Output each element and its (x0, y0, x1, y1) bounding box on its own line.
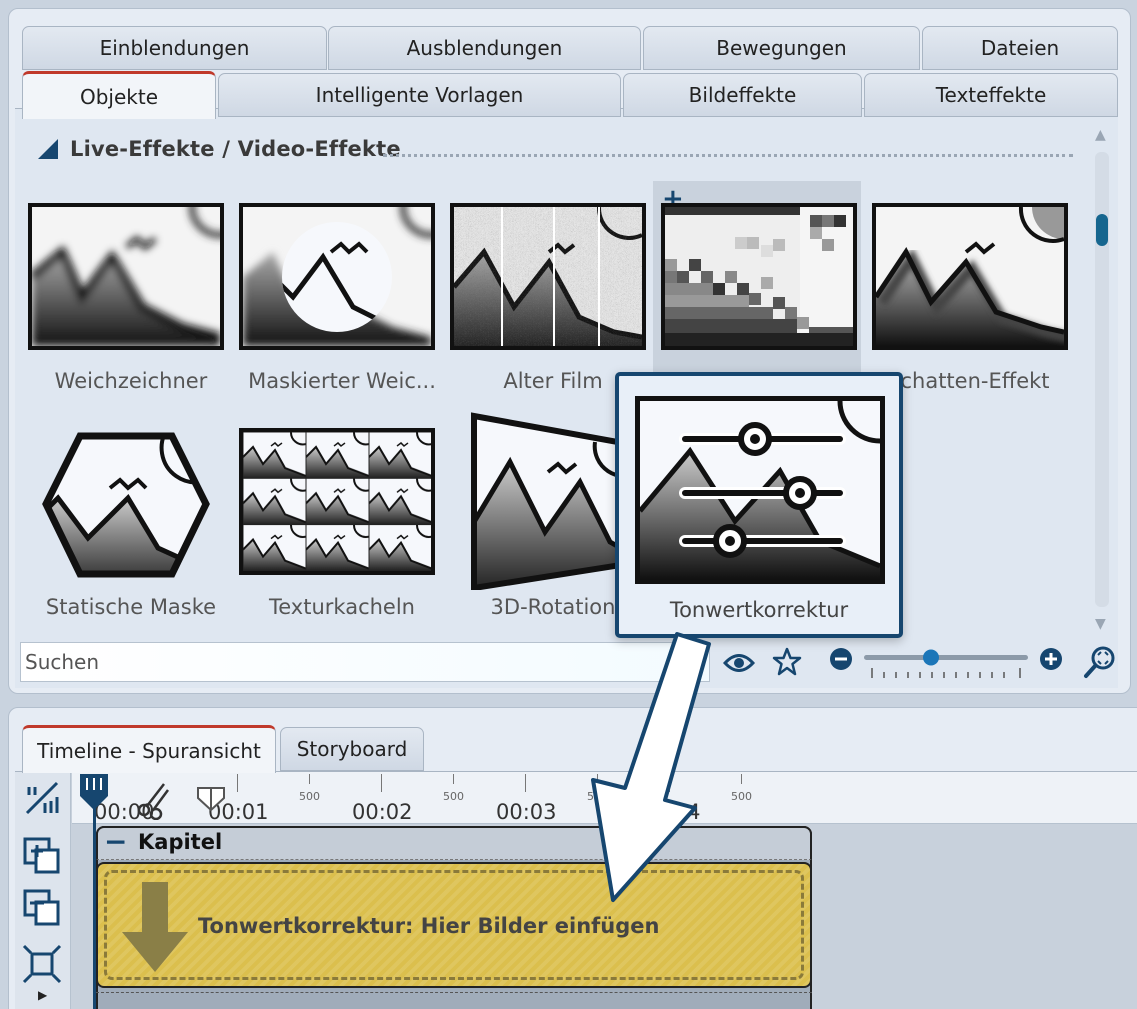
ruler-tick (741, 774, 742, 784)
marker-icon[interactable] (196, 786, 226, 816)
drag-arrow-icon (591, 632, 711, 902)
tab-storyboard[interactable]: Storyboard (280, 727, 424, 771)
effect-label: Maskierter Weic... (248, 369, 436, 393)
tone-correction-icon (635, 396, 885, 584)
expand-arrow-icon[interactable]: ▶ (38, 988, 47, 1002)
scroll-down-icon[interactable]: ▼ (1095, 616, 1106, 632)
tab-intelligente-vorlagen[interactable]: Intelligente Vorlagen (218, 73, 621, 117)
effect-label: Texturkacheln (269, 595, 415, 619)
ruler-tick (453, 774, 454, 784)
ruler-sub-label: 500 (299, 790, 320, 803)
collapse-chapter-icon[interactable]: − (104, 828, 127, 856)
drop-arrow-icon (120, 882, 190, 978)
old-film-icon (450, 203, 646, 350)
ruler-tick (309, 774, 310, 784)
tab-timeline-spuransicht[interactable]: Timeline - Spuransicht (22, 725, 276, 773)
scrollbar-thumb[interactable] (1096, 214, 1108, 246)
scissors-icon[interactable] (134, 780, 174, 824)
tab-bildeffekte[interactable]: Bildeffekte (623, 73, 862, 117)
scroll-up-icon[interactable]: ▲ (1095, 127, 1106, 143)
zoom-in-icon[interactable] (1038, 646, 1064, 672)
zoom-out-icon[interactable] (828, 646, 854, 672)
pixelate-icon (661, 203, 857, 350)
ruler-tick (237, 774, 238, 792)
chapter-title: Kapitel (138, 830, 223, 854)
ruler-tick (525, 774, 526, 792)
tab-einblendungen[interactable]: Einblendungen (22, 26, 327, 70)
masked-blur-icon (239, 203, 435, 350)
ruler-tick (381, 774, 382, 792)
effect-label: Weichzeichner (54, 369, 208, 393)
collapse-triangle-icon (38, 139, 58, 159)
tab-bewegungen[interactable]: Bewegungen (643, 26, 920, 70)
playhead-handle-icon[interactable] (78, 772, 110, 816)
remove-track-icon[interactable] (20, 886, 64, 930)
ruler-label: 00:03 (496, 800, 557, 824)
add-track-icon[interactable] (20, 834, 64, 878)
star-icon[interactable] (770, 645, 804, 679)
drop-zone-text: Tonwertkorrektur: Hier Bilder einfügen (198, 914, 660, 938)
dragged-effect-popup[interactable]: Tonwertkorrektur (615, 372, 903, 638)
zoom-slider[interactable] (864, 644, 1030, 684)
section-title: Live-Effekte / Video-Effekte (70, 137, 401, 161)
ruler-sub-label: 500 (443, 790, 464, 803)
track-divider (96, 992, 812, 993)
popup-label: Tonwertkorrektur (669, 598, 849, 622)
tab-texteffekte[interactable]: Texteffekte (864, 73, 1118, 117)
playhead-line[interactable] (93, 800, 96, 1009)
fit-timeline-icon[interactable] (20, 942, 64, 986)
ruler-sub-label: 500 (731, 790, 752, 803)
section-header[interactable]: Live-Effekte / Video-Effekte (38, 137, 401, 161)
blur-effect-icon (28, 203, 224, 350)
tab-dateien[interactable]: Dateien (922, 26, 1118, 70)
section-divider (383, 154, 1073, 157)
static-mask-icon (42, 432, 210, 578)
snap-grid-icon[interactable] (20, 776, 64, 820)
texture-tiles-icon (239, 428, 435, 575)
zoom-fit-icon[interactable] (1082, 644, 1118, 680)
effect-label: Statische Maske (45, 595, 217, 619)
eye-icon[interactable] (722, 648, 756, 678)
shadow-effect-icon (872, 203, 1068, 350)
ruler-label: 00:02 (352, 800, 413, 824)
tab-objekte[interactable]: Objekte (22, 71, 216, 119)
tab-ausblendungen[interactable]: Ausblendungen (328, 26, 641, 70)
